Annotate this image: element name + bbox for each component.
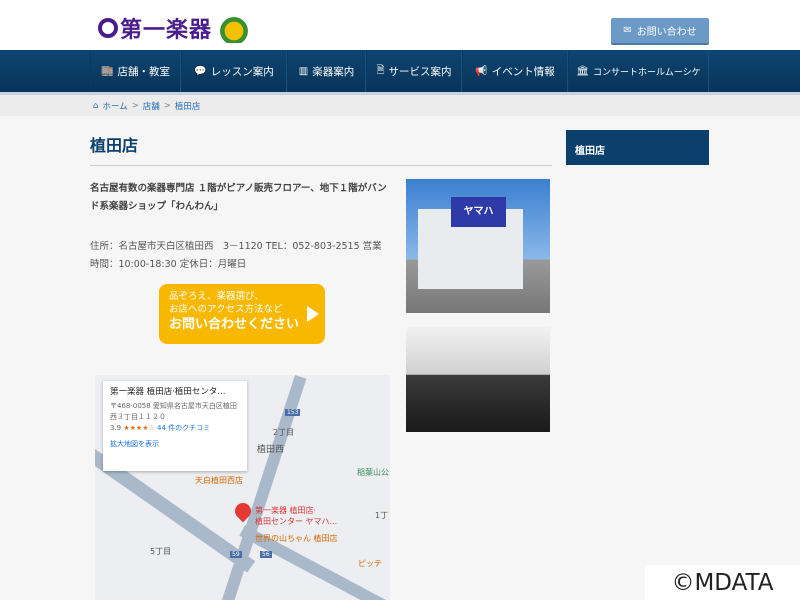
map-address: 〒468-0058 愛知県名古屋市天白区植田西３丁目１１２０ <box>110 402 237 421</box>
cta-line1: 品ぞろえ、楽器選び、 <box>169 291 265 302</box>
star-rating-icon: ★★★★☆ <box>123 424 155 432</box>
site-header: 第一楽器 ✉ お問い合わせ <box>0 0 800 50</box>
envelope-icon: ✉ <box>623 25 632 36</box>
nav-instruments[interactable]: ▥ 楽器案内 <box>287 50 366 92</box>
page-title: 植田店 <box>90 136 139 155</box>
nav-lessons[interactable]: 💬 レッスン案内 <box>181 50 287 92</box>
title-divider <box>90 165 552 166</box>
nav-label: コンサートホールムーシケ <box>593 67 701 78</box>
map-label: 稲葉山公 <box>357 468 389 477</box>
sidebar-title: 植田店 <box>566 130 709 165</box>
main-nav: 🏬 店舗・教室 💬 レッスン案内 ▥ 楽器案内 🗎 サービス案内 📢 イベント情報 🏛 コン… <box>0 50 800 92</box>
enlarge-map-link[interactable]: 拡大地図を表示 <box>110 439 240 450</box>
pin-label-line: 植田センター ヤマハ... <box>255 517 338 526</box>
chat-icon: 💬 <box>194 65 207 77</box>
nav-label: 店舗・教室 <box>117 65 170 78</box>
map-label: 植田西 <box>257 445 285 455</box>
cta-line3: お問い合わせください <box>169 317 300 332</box>
map-label: 1丁 <box>375 511 389 520</box>
map-label: 5丁目 <box>150 547 172 556</box>
contact-button[interactable]: ✉ お問い合わせ <box>611 18 709 43</box>
breadcrumb-home[interactable]: ホーム <box>102 100 127 112</box>
home-icon[interactable]: ⌂ <box>93 101 98 111</box>
nav-label: 楽器案内 <box>312 65 355 78</box>
route-badge: 153 <box>285 409 301 416</box>
nav-label: サービス案内 <box>388 65 452 78</box>
logo[interactable]: 第一楽器 <box>98 12 249 44</box>
map-label: 世界の山ちゃん 植田店 <box>255 534 338 543</box>
piano-icon: ▥ <box>298 65 309 77</box>
map-label: 2丁目 <box>273 428 295 437</box>
megaphone-icon: 📢 <box>475 65 488 77</box>
google-map[interactable]: 2丁目 植田西 天白植田西店 稲葉山公 世界の山ちゃん 植田店 5丁目 1丁 1… <box>95 375 390 600</box>
bank-icon: 🏛 <box>576 65 590 77</box>
play-arrow-icon <box>307 306 319 322</box>
store-address: 住所：名古屋市天白区植田西 3－1120 TEL：052-803-2515 営業… <box>90 241 382 270</box>
route-badge: 59 <box>230 551 242 558</box>
breadcrumb-stores[interactable]: 店舗 <box>143 100 160 112</box>
breadcrumb: ⌂ ホーム > 店舗 > 植田店 <box>0 92 800 116</box>
breadcrumb-sep: > <box>131 100 139 111</box>
logo-text: 第一楽器 <box>120 18 213 43</box>
contact-label: お問い合わせ <box>636 27 697 38</box>
mascot-icon <box>220 13 249 43</box>
nav-label: レッスン案内 <box>210 65 274 78</box>
pin-label: 第一楽器 植田店· 植田センター ヤマハ... <box>255 505 337 527</box>
store-icon: 🏬 <box>101 65 114 77</box>
map-place-name: 第一楽器 植田店·植田センタ... <box>110 387 226 397</box>
pin-label-line: 第一楽器 植田店· <box>255 506 317 515</box>
map-info-card: 第一楽器 植田店·植田センタ... 〒468-0058 愛知県名古屋市天白区植田… <box>103 381 247 471</box>
nav-stores[interactable]: 🏬 店舗・教室 <box>90 50 181 92</box>
nav-services[interactable]: 🗎 サービス案内 <box>366 50 462 92</box>
nav-concert-hall[interactable]: 🏛 コンサートホールムーシケ <box>568 50 709 92</box>
document-icon: 🗎 <box>376 64 385 76</box>
store-interior-photo <box>406 327 550 432</box>
map-rating: 3.9 <box>110 424 122 432</box>
yamaha-sign: ヤマハ <box>451 197 506 227</box>
breadcrumb-current: 植田店 <box>174 101 201 112</box>
nav-events[interactable]: 📢 イベント情報 <box>462 50 568 92</box>
store-exterior-photo: ヤマハ <box>406 179 550 313</box>
logo-mark-icon <box>98 18 118 38</box>
reviews-link[interactable]: 44 件のクチコミ <box>157 424 210 432</box>
contact-banner[interactable]: 品ぞろえ、楽器選び、 お店へのアクセス方法など お問い合わせください <box>159 284 325 344</box>
map-label: ピッテ <box>358 559 382 568</box>
map-label: 天白植田西店 <box>195 476 243 485</box>
cta-line2: お店へのアクセス方法など <box>169 304 283 315</box>
breadcrumb-sep: > <box>163 100 171 111</box>
route-badge: 56 <box>260 551 272 558</box>
nav-label: イベント情報 <box>491 65 555 78</box>
watermark: ©MDATA <box>645 565 800 600</box>
store-description: 名古屋有数の楽器専門店 １階がピアノ販売フロアー、地下１階がバンド系楽器ショップ… <box>90 183 387 212</box>
